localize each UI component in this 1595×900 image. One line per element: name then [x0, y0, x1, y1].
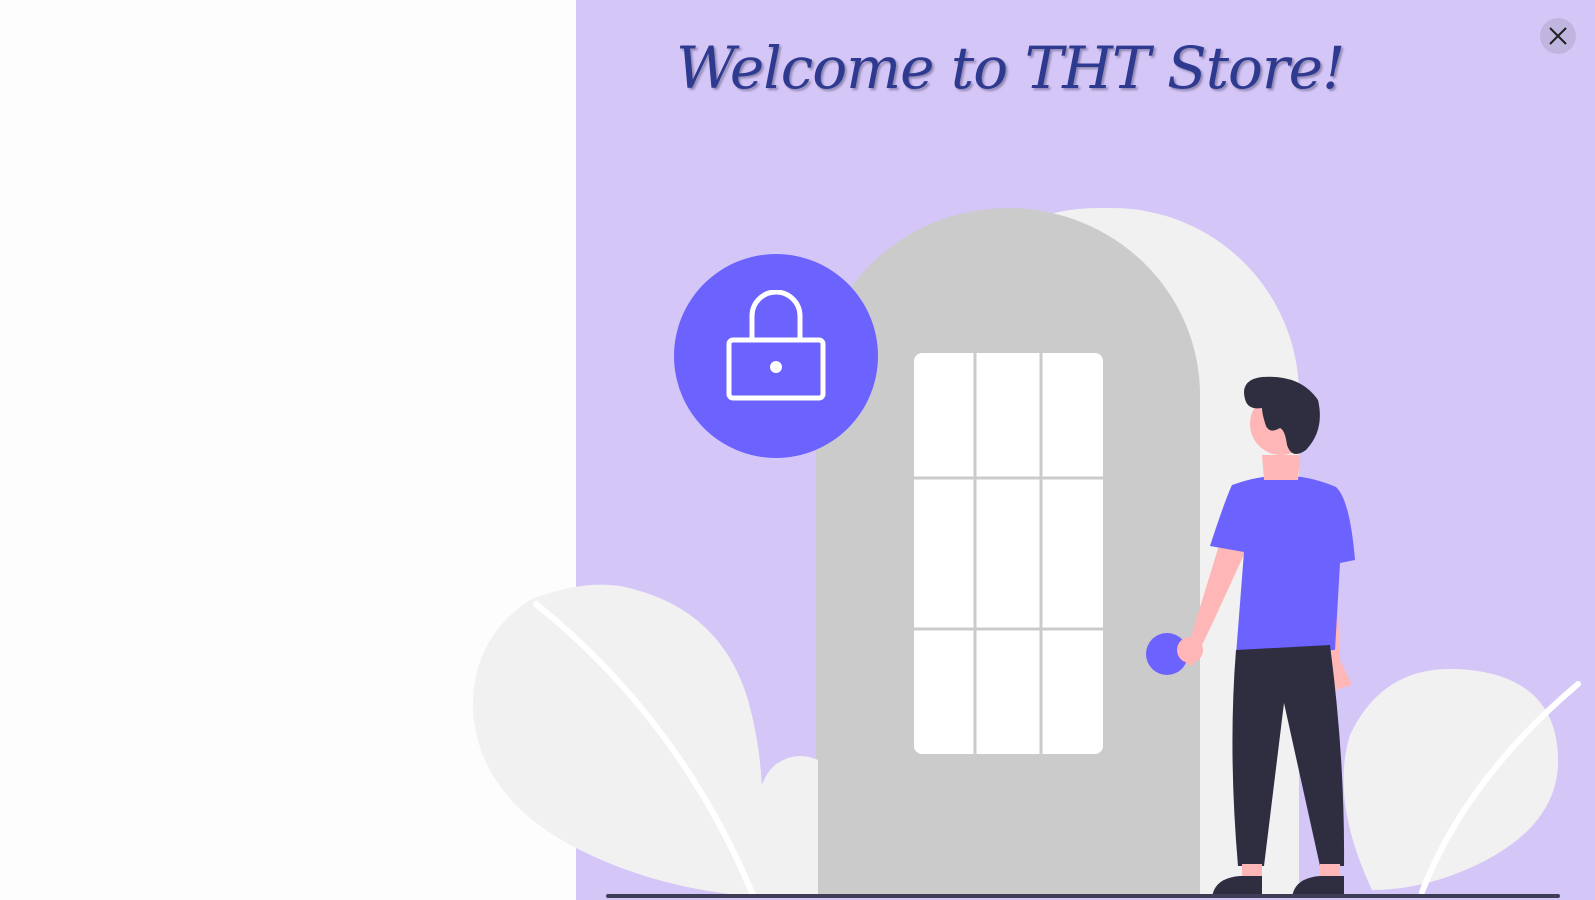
welcome-title: Welcome to THT Store!	[676, 34, 1345, 102]
page: Welcome to THT Store!	[0, 0, 1595, 900]
close-button[interactable]	[1540, 18, 1576, 54]
welcome-modal	[576, 0, 1595, 900]
close-icon	[1549, 27, 1567, 45]
lock-icon	[726, 290, 826, 401]
